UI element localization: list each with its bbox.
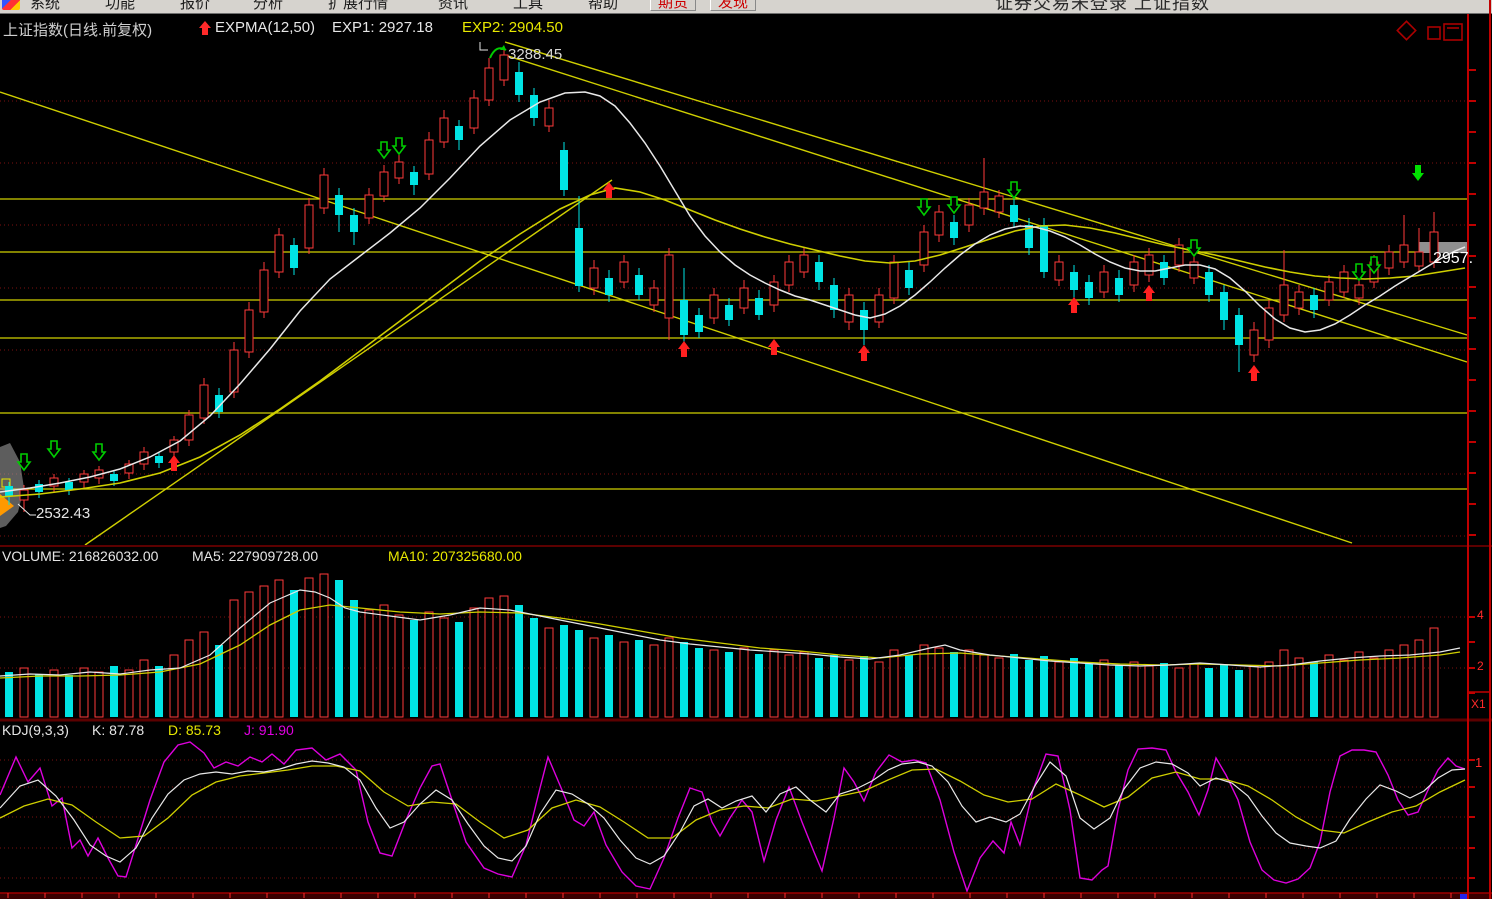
- sell-signal-arrow-icon: [93, 444, 105, 460]
- exp1-line: [0, 92, 1465, 492]
- sell-signal-arrow-icon: [378, 142, 390, 158]
- candlestick-series: [5, 48, 1438, 512]
- drawn-trendline: [505, 42, 1467, 335]
- sell-signal-arrow-icon: [1353, 264, 1365, 280]
- drawn-trendline: [0, 92, 1352, 543]
- maximize-window-icon[interactable]: [1444, 24, 1462, 40]
- sell-signal-arrow-icon: [48, 441, 60, 457]
- buy-signal-arrow-icon: [768, 339, 780, 355]
- buy-signal-arrow-icon: [858, 345, 870, 361]
- peak-leader-line: [480, 42, 488, 50]
- current-price-box: [1419, 242, 1468, 253]
- sell-signal-arrow-icon: [918, 199, 930, 215]
- buy-signal-arrow-icon: [1248, 365, 1260, 381]
- scrollbar-fragment: [1460, 894, 1468, 899]
- charts-canvas[interactable]: [0, 0, 1492, 899]
- diamond-icon: [1397, 21, 1415, 39]
- trading-app-window: 系统 功能 报价 分析 扩展行情 资讯 工具 帮助 期货 发现 证券交易未登录 …: [0, 0, 1492, 899]
- sell-signal-arrow-icon: [393, 138, 405, 154]
- bottom-axis-band: [0, 893, 1492, 899]
- drawn-trendline: [85, 180, 612, 545]
- low-leader-line: [18, 504, 36, 515]
- restore-window-icon[interactable]: [1428, 27, 1440, 39]
- buy-signal-arrow-icon: [1143, 285, 1155, 301]
- exp2-line: [0, 188, 1465, 497]
- buy-signal-arrow-icon: [678, 341, 690, 357]
- sell-signal-arrow-filled-icon: [1412, 165, 1424, 181]
- kdj-k-line: [0, 761, 1465, 864]
